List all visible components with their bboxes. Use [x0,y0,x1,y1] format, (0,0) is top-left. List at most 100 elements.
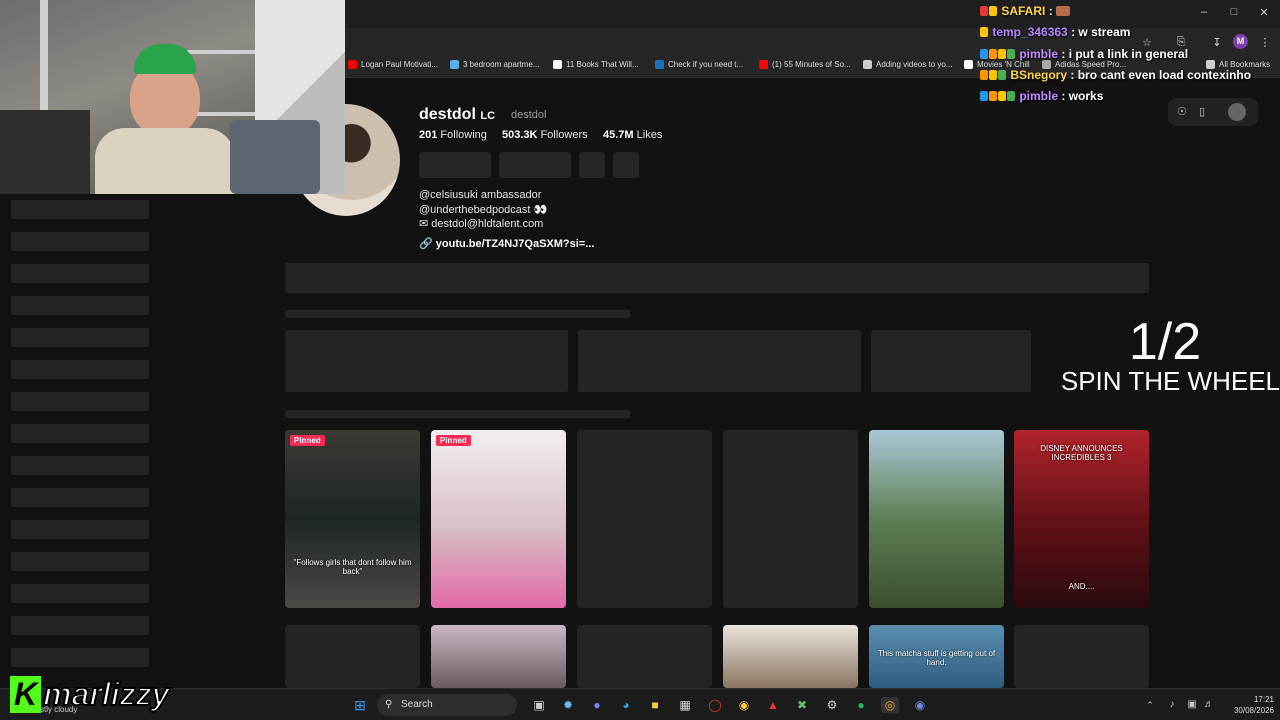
bookmark-item[interactable]: Check if you need t... [655,60,743,69]
webcam-overlay [0,0,345,194]
playlist-skeleton[interactable] [578,330,861,392]
pinned-badge: Pinned [290,435,325,446]
followers-stat[interactable]: 503.3K Followers [502,129,588,141]
video-thumbnail-loading[interactable] [723,430,858,608]
add-friend-button-skeleton[interactable] [579,152,605,178]
message-button-skeleton[interactable] [499,152,571,178]
chat-message: pimble : i put a link in general [980,47,1188,61]
task-view-icon[interactable]: ▣ [530,697,548,713]
badge-icon [980,27,988,37]
sidebar-item[interactable] [11,648,149,667]
video-thumbnail-loading[interactable] [577,430,712,608]
youtube-icon [348,60,357,69]
following-stat[interactable]: 201 Following [419,129,487,141]
volume-icon[interactable]: ♬ [1200,697,1218,713]
mail-icon: ✉ [419,218,429,230]
badge-icon [998,49,1006,59]
spin-counter: 1/2 [1128,313,1202,371]
file-explorer-icon[interactable]: ■ [646,697,664,713]
badge-icon [1007,91,1015,101]
sidebar-item[interactable] [11,264,149,283]
badge-icon [980,91,988,101]
desk-items [0,110,90,194]
video-thumbnail[interactable]: Pinned "Follows girls that dont follow h… [285,430,420,608]
chrome-icon[interactable]: ◎ [881,697,899,713]
video-thumbnail[interactable] [869,430,1004,608]
site-icon [655,60,664,69]
youtube-icon [759,60,768,69]
bio-link[interactable]: 🔗 youtu.be/TZ4NJ7QaSXM?si=... [419,237,594,250]
edge-icon[interactable]: ◕ [617,697,635,713]
taskbar-search[interactable]: ⚲ Search [377,694,517,716]
copilot-icon[interactable]: ✹ [559,697,577,713]
streamer-hat [134,44,196,74]
spin-label: SPIN THE WHEEL [1060,366,1280,396]
sidebar-item[interactable] [11,392,149,411]
badge-icon [989,49,997,59]
sidebar-item[interactable] [11,200,149,219]
playlist-skeleton[interactable] [871,330,1031,392]
video-thumbnail-loading[interactable] [1014,625,1149,688]
sidebar-item[interactable] [11,488,149,507]
video-thumbnail[interactable]: DISNEY ANNOUNCES INCREDIBLES 3 AND.... [1014,430,1149,608]
sidebar-item[interactable] [11,328,149,347]
windows-start-icon[interactable]: ⊞ [351,697,369,713]
opera-icon[interactable]: ◯ [706,697,724,713]
app-icon[interactable]: ⚙ [823,697,841,713]
badge-icon [998,91,1006,101]
windows-taskbar: stly cloudy ⊞ ⚲ Search ▣ ✹ ● ◕ ■ ▦ ◯ ◉ ▲… [0,688,1280,720]
share-button-skeleton[interactable] [613,152,639,178]
sidebar-item[interactable] [11,616,149,635]
phone-icon[interactable]: ▯ [1199,105,1205,118]
sidebar-item[interactable] [11,552,149,571]
app-icon[interactable]: ◉ [735,697,753,713]
bookmark-item[interactable]: 3 bedroom apartme... [450,60,539,69]
video-caption: DISNEY ANNOUNCES INCREDIBLES 3 [1040,444,1123,462]
site-icon [450,60,459,69]
video-thumbnail-loading[interactable] [577,625,712,688]
badge-icon [980,6,988,16]
bookmark-item[interactable]: (1) 55 Minutes of So... [759,60,851,69]
playlist-skeleton[interactable] [285,330,568,392]
bio-email: ✉ destdol@hldtalent.com [419,218,544,230]
discord-icon[interactable]: ◉ [911,697,929,713]
sidebar-item[interactable] [11,584,149,603]
follow-button-skeleton[interactable] [419,152,491,178]
system-clock[interactable]: 17:21 30/08/2026 [1224,694,1274,716]
video-thumbnail[interactable]: Pinned [431,430,566,608]
teams-icon[interactable]: ● [588,697,606,713]
video-thumbnail[interactable] [431,625,566,688]
tabs-skeleton [285,263,1149,293]
video-caption: This matcha stuff is getting out of hand… [877,649,996,667]
sidebar-item[interactable] [11,296,149,315]
network-icon[interactable]: ▣ [1183,697,1201,713]
video-thumbnail-loading[interactable] [285,625,420,688]
bookmark-item[interactable]: 11 Books That Will... [553,60,639,69]
chat-message: SAFARI : [980,4,1071,18]
compass-icon[interactable]: ☉ [1177,105,1187,118]
site-icon [964,60,973,69]
badge-icon [989,70,997,80]
chevron-up-icon[interactable]: ⌃ [1141,697,1159,713]
bookmark-item[interactable]: Adding videos to yo... [863,60,953,69]
sidebar-item[interactable] [11,456,149,475]
spotify-icon[interactable]: ● [852,697,870,713]
sidebar-item[interactable] [11,520,149,539]
streamer-logo: Kmarlizzy [10,675,170,713]
profile-display-name: destdol LC [419,106,496,123]
badge-icon [980,49,988,59]
badge-icon [989,6,997,16]
badge-icon [980,70,988,80]
sidebar-item[interactable] [11,424,149,443]
sidebar-item[interactable] [11,232,149,251]
app-icon[interactable]: ▲ [764,697,782,713]
microphone-icon[interactable]: ♪ [1163,697,1181,713]
sidebar-item[interactable] [11,360,149,379]
chair [230,120,320,194]
chat-message: pimble : works [980,89,1103,103]
bookmark-item[interactable]: Logan Paul Motivati... [348,60,438,69]
video-thumbnail[interactable]: This matcha stuff is getting out of hand… [869,625,1004,688]
xbox-icon[interactable]: ✖ [793,697,811,713]
store-icon[interactable]: ▦ [676,697,694,713]
video-thumbnail[interactable] [723,625,858,688]
